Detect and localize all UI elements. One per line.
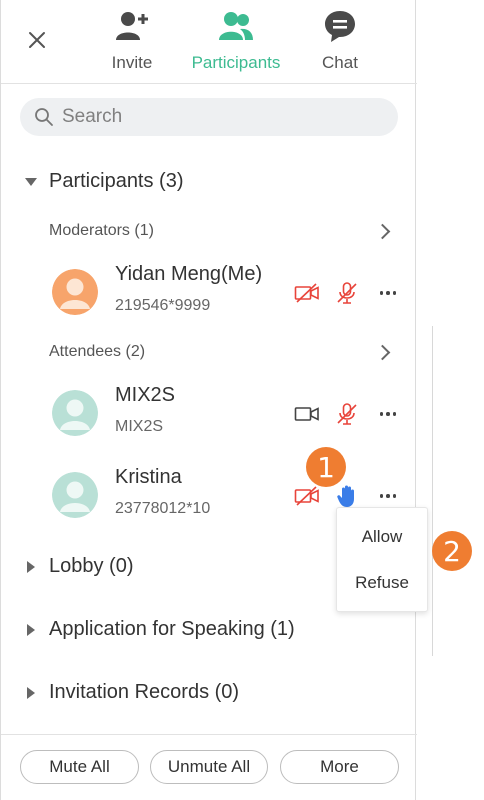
allow-menu-item[interactable]: Allow (337, 527, 427, 547)
lobby-label: Lobby (0) (49, 555, 134, 577)
lobby-section-toggle[interactable]: Lobby (0) (25, 555, 134, 578)
participant-row: Yidan Meng(Me) 219546*9999 (49, 259, 409, 323)
caret-down-icon (25, 178, 37, 186)
camera-toggle[interactable] (293, 484, 321, 508)
refuse-menu-item[interactable]: Refuse (337, 573, 427, 593)
mic-toggle[interactable] (333, 402, 361, 426)
participants-icon (181, 8, 291, 44)
search-input[interactable] (60, 105, 364, 129)
moderators-header: Moderators (1) (49, 222, 394, 240)
tab-invite-label: Invite (111, 53, 153, 72)
mic-toggle[interactable] (333, 281, 361, 305)
header-divider (1, 83, 417, 84)
attendees-header: Attendees (2) (49, 343, 394, 361)
chevron-right-icon[interactable] (374, 223, 391, 239)
chevron-right-icon[interactable] (374, 344, 391, 360)
mic-off-icon (337, 403, 357, 425)
caret-right-icon (27, 623, 35, 636)
camera-toggle[interactable] (293, 402, 321, 426)
tab-chat[interactable]: Chat (285, 8, 395, 73)
participant-row: MIX2S MIX2S (49, 380, 409, 444)
participants-panel: Invite Participants Chat Search Particip… (0, 0, 417, 800)
participant-name: Kristina (115, 466, 182, 488)
participants-section-label: Participants (3) (49, 170, 184, 192)
moderators-label: Moderators (1) (49, 222, 154, 239)
participants-section-toggle[interactable]: Participants (3) (25, 170, 184, 193)
participant-id: 219546*9999 (115, 297, 211, 314)
camera-off-icon (294, 486, 319, 506)
speaking-label: Application for Speaking (1) (49, 618, 295, 640)
close-icon (29, 32, 45, 48)
attendees-label: Attendees (2) (49, 343, 146, 360)
participant-id: MIX2S (115, 418, 164, 435)
invitation-records-toggle[interactable]: Invitation Records (0) (25, 681, 239, 704)
tab-chat-label: Chat (322, 53, 358, 72)
camera-icon (294, 407, 319, 421)
search-icon (35, 108, 53, 126)
participant-name: Yidan Meng(Me) (115, 263, 263, 285)
participant-id: 23778012*10 (115, 500, 211, 517)
camera-toggle[interactable] (293, 281, 321, 305)
tab-participants[interactable]: Participants (181, 8, 291, 73)
more-options-button[interactable] (376, 402, 400, 426)
avatar (52, 390, 98, 436)
footer-divider (1, 734, 417, 735)
mute-all-button[interactable]: Mute All (20, 750, 139, 784)
avatar (52, 269, 98, 315)
more-options-button[interactable] (376, 281, 400, 305)
chat-icon (285, 8, 395, 44)
close-button[interactable] (27, 30, 47, 50)
invitation-records-label: Invitation Records (0) (49, 681, 240, 703)
raised-hand-icon (337, 485, 354, 507)
avatar (52, 472, 98, 518)
speaking-section-toggle[interactable]: Application for Speaking (1) (25, 618, 295, 641)
camera-off-icon (294, 283, 319, 303)
caret-right-icon (27, 686, 35, 699)
search-box[interactable] (20, 98, 398, 136)
mic-off-icon (337, 282, 357, 304)
divider-line (432, 326, 433, 656)
tab-participants-label: Participants (191, 53, 281, 72)
more-options-button[interactable] (376, 484, 400, 508)
caret-right-icon (27, 560, 35, 573)
participant-name: MIX2S (115, 384, 176, 406)
callout-badge: 1 (306, 447, 346, 487)
raise-hand-button[interactable] (333, 484, 361, 508)
more-button[interactable]: More (280, 750, 399, 784)
hand-raise-menu: Allow Refuse (336, 507, 428, 612)
tab-invite[interactable]: Invite (77, 8, 187, 73)
unmute-all-button[interactable]: Unmute All (150, 750, 268, 784)
callout-badge: 2 (432, 531, 472, 571)
add-user-icon (77, 8, 187, 44)
